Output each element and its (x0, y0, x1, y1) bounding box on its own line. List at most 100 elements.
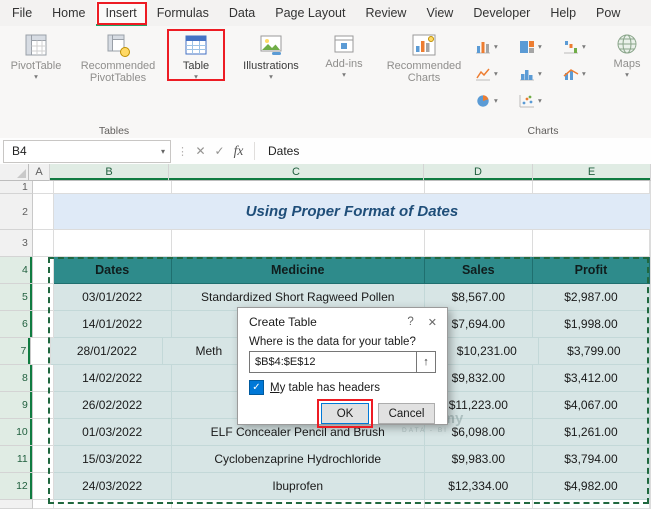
cell-E6[interactable]: $1,998.00 (532, 311, 650, 338)
scatter-chart-button[interactable]: ▾ (514, 87, 558, 114)
cell-E1[interactable] (532, 181, 650, 194)
row-header-4[interactable]: 4 (0, 257, 33, 284)
tab-power-pivot[interactable]: Pow (586, 0, 630, 26)
tab-page-layout[interactable]: Page Layout (265, 0, 355, 26)
row-header-7[interactable]: 7 (0, 338, 32, 365)
select-all-corner[interactable] (0, 164, 29, 181)
row-header-3[interactable]: 3 (0, 230, 33, 257)
cell-A5[interactable] (32, 284, 54, 311)
cell-E3[interactable] (532, 230, 650, 257)
row-header-6[interactable]: 6 (0, 311, 33, 338)
tab-home[interactable]: Home (42, 0, 95, 26)
cell-C11[interactable]: Cyclobenzaprine Hydrochloride (171, 446, 425, 473)
headers-checkbox[interactable]: ✓ (249, 380, 264, 395)
cell-B3[interactable] (53, 230, 172, 257)
row-header-9[interactable]: 9 (0, 392, 33, 419)
chevron-down-icon[interactable]: ▾ (161, 147, 165, 156)
cell-E4[interactable]: Profit (532, 257, 650, 284)
tab-developer[interactable]: Developer (463, 0, 540, 26)
cell-B11[interactable]: 15/03/2022 (53, 446, 172, 473)
tab-file[interactable]: File (2, 0, 42, 26)
table-button[interactable]: Table ▾ (166, 29, 226, 84)
cell-E12[interactable]: $4,982.00 (532, 473, 650, 500)
maps-button[interactable]: Maps ▾ (602, 29, 651, 82)
cell-D12[interactable]: $12,334.00 (424, 473, 533, 500)
cell-A4[interactable] (32, 257, 54, 284)
row-header-10[interactable]: 10 (0, 419, 33, 446)
cell-B6[interactable]: 14/01/2022 (53, 311, 172, 338)
ok-button[interactable]: OK (321, 403, 369, 424)
waterfall-chart-button[interactable]: ▾ (558, 33, 602, 60)
enter-entry-icon[interactable]: ✓ (210, 144, 229, 158)
name-box[interactable]: B4 ▾ (3, 139, 171, 163)
cell-A1[interactable] (32, 181, 54, 194)
recommended-pivottables-button[interactable]: Recommended PivotTables (70, 29, 166, 88)
add-ins-button[interactable]: Add-ins ▾ (316, 29, 372, 82)
tab-data[interactable]: Data (219, 0, 265, 26)
row-header-11[interactable]: 11 (0, 446, 33, 473)
insert-function-icon[interactable]: fx (229, 143, 248, 159)
cancel-button[interactable]: Cancel (378, 403, 435, 424)
cell-B8[interactable]: 14/02/2022 (53, 365, 172, 392)
cell-C3[interactable] (171, 230, 425, 257)
range-input[interactable]: $B$4:$E$12 ↑ (249, 351, 436, 373)
combo-chart-button[interactable]: ▾ (558, 60, 602, 87)
line-chart-button[interactable]: ▾ (470, 60, 514, 87)
cell-E13[interactable] (532, 500, 650, 509)
cell-D7[interactable]: $10,231.00 (435, 338, 539, 365)
cell-E11[interactable]: $3,794.00 (532, 446, 650, 473)
pivottable-button[interactable]: PivotTable ▾ (2, 29, 70, 84)
cell-B10[interactable]: 01/03/2022 (53, 419, 172, 446)
cell-B12[interactable]: 24/03/2022 (53, 473, 172, 500)
tab-review[interactable]: Review (355, 0, 416, 26)
dialog-title-bar[interactable]: Create Table ? ✕ (238, 308, 447, 329)
cell-A12[interactable] (32, 473, 54, 500)
cell-C4[interactable]: Medicine (171, 257, 425, 284)
cell-A10[interactable] (32, 419, 54, 446)
cell-B7[interactable]: 28/01/2022 (51, 338, 164, 365)
cell-A8[interactable] (32, 365, 54, 392)
illustrations-button[interactable]: Illustrations ▾ (232, 29, 310, 84)
cell-D3[interactable] (424, 230, 533, 257)
col-header-A[interactable]: A (29, 164, 50, 181)
row-header-1[interactable]: 1 (0, 181, 33, 194)
title-cell[interactable]: Using Proper Format of Dates (53, 194, 650, 230)
cell-A11[interactable] (32, 446, 54, 473)
tab-insert[interactable]: Insert (95, 0, 147, 26)
cell-C1[interactable] (171, 181, 425, 194)
help-icon[interactable]: ? (398, 316, 422, 328)
cell-B1[interactable] (53, 181, 172, 194)
cell-E7[interactable]: $3,799.00 (538, 338, 650, 365)
cell-E9[interactable]: $4,067.00 (532, 392, 650, 419)
row-header-2[interactable]: 2 (0, 194, 33, 230)
cell-B13[interactable] (53, 500, 172, 509)
cell-C13[interactable] (171, 500, 425, 509)
tab-help[interactable]: Help (540, 0, 586, 26)
cell-E5[interactable]: $2,987.00 (532, 284, 650, 311)
collapse-dialog-icon[interactable]: ↑ (416, 352, 435, 372)
tab-formulas[interactable]: Formulas (147, 0, 219, 26)
recommended-charts-button[interactable]: Recommended Charts (378, 29, 470, 88)
cell-D13[interactable] (424, 500, 533, 509)
cell-D4[interactable]: Sales (424, 257, 533, 284)
col-header-E[interactable]: E (533, 164, 651, 181)
hierarchy-chart-button[interactable]: ▾ (514, 33, 558, 60)
close-icon[interactable]: ✕ (423, 316, 437, 329)
cell-B5[interactable]: 03/01/2022 (53, 284, 172, 311)
cell-A9[interactable] (32, 392, 54, 419)
checkbox-label[interactable]: My table has headers (270, 382, 380, 394)
column-chart-button[interactable]: ▾ (470, 33, 514, 60)
tab-view[interactable]: View (416, 0, 463, 26)
col-header-C[interactable]: C (169, 164, 424, 181)
col-header-B[interactable]: B (50, 164, 169, 181)
cell-B9[interactable]: 26/02/2022 (53, 392, 172, 419)
col-header-D[interactable]: D (424, 164, 533, 181)
cell-D1[interactable] (424, 181, 533, 194)
cell-A2[interactable] (32, 194, 54, 230)
cell-A7[interactable] (31, 338, 52, 365)
cell-B4[interactable]: Dates (53, 257, 172, 284)
cell-A3[interactable] (32, 230, 54, 257)
cell-A13[interactable] (32, 500, 54, 509)
formula-content[interactable]: Dates (268, 144, 299, 158)
row-header-13[interactable] (0, 500, 33, 509)
